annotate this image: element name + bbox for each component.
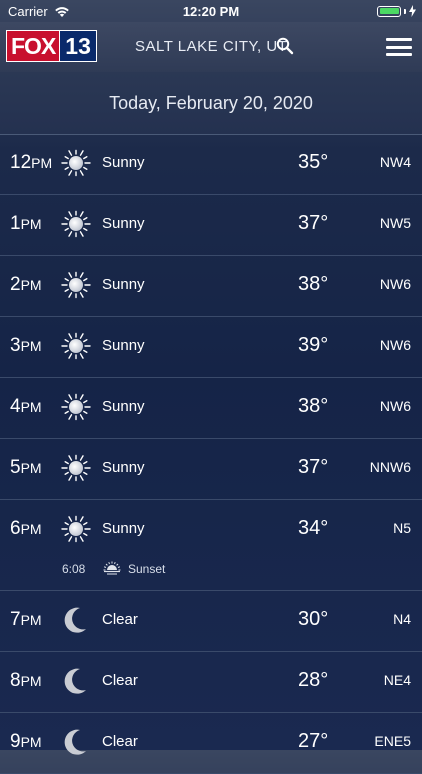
hour-ampm: PM [20,216,42,232]
wind-value: ENE5 [374,733,411,749]
sun-icon [61,148,91,178]
hourly-row[interactable]: 2PM Sunny 38° NW6 [0,256,422,317]
condition-label: Sunny [102,337,145,354]
wind-value: NNW6 [369,459,411,475]
hour-ampm: PM [20,673,42,689]
hour-ampm: PM [20,734,42,750]
hour-ampm: PM [20,338,42,354]
moon-icon [61,727,91,757]
battery-icon [377,5,401,17]
sunset-icon [101,559,123,577]
hour-number: 12 [10,152,32,173]
temperature-value: 38° [298,273,329,295]
hour-ampm: PM [20,521,42,537]
temperature-value: 39° [298,334,329,356]
wind-value: NW6 [379,398,411,414]
location-label[interactable]: SALT LAKE CITY, UT [135,38,287,55]
temperature-value: 37° [298,456,329,478]
hourly-row[interactable]: 5PM Sunny 37° NNW6 [0,439,422,500]
sun-icon [61,392,91,422]
hour-ampm: PM [20,612,42,628]
hour-number: 4 [10,396,21,417]
date-header: Today, February 20, 2020 [0,72,422,135]
hourly-row[interactable]: 3PM Sunny 39° NW6 [0,317,422,378]
hour-label: 3PM [10,335,42,357]
hamburger-menu-icon[interactable] [386,38,412,56]
condition-label: Sunny [102,215,145,232]
hour-label: 1PM [10,213,42,235]
hourly-row[interactable]: 4PM Sunny 38° NW6 [0,378,422,439]
hour-number: 8 [10,670,21,691]
logo-number: 13 [60,30,97,62]
hourly-row[interactable]: 7PM Clear 30° N4 [0,591,422,652]
temperature-value: 34° [298,517,329,539]
sun-icon [61,270,91,300]
sunset-label: Sunset [128,562,166,576]
logo-fox-text: FOX [6,30,61,62]
hourly-row[interactable]: 8PM Clear 28° NE4 [0,652,422,713]
condition-label: Sunny [102,154,145,171]
wind-value: N4 [393,611,411,627]
hourly-row[interactable]: 1PM Sunny 37° NW5 [0,195,422,256]
condition-label: Clear [102,611,138,628]
hour-label: 5PM [10,457,42,479]
hourly-forecast-list: 12PM Sunny 35° NW4 1PM Sunny 37° NW5 2PM Sunny… [0,134,422,774]
status-time: 12:20 PM [182,4,240,19]
temperature-value: 37° [298,212,329,234]
hourly-row[interactable]: 6PM Sunny 34° N5 6:08 Sunset [0,500,422,591]
hour-ampm: PM [20,277,42,293]
fox13-logo[interactable]: FOX 13 [6,30,106,62]
hourly-row[interactable]: 12PM Sunny 35° NW4 [0,134,422,195]
condition-label: Sunny [102,398,145,415]
hour-ampm: PM [20,460,42,476]
hour-number: 5 [10,457,21,478]
temperature-value: 30° [298,608,329,630]
condition-label: Sunny [102,520,145,537]
sun-icon [61,209,91,239]
sunset-time: 6:08 [62,562,86,576]
wind-value: NW6 [379,276,411,292]
hour-number: 7 [10,609,21,630]
hour-number: 9 [10,731,21,752]
hour-number: 2 [10,274,21,295]
sun-icon [61,514,91,544]
wind-value: NW5 [379,215,411,231]
condition-label: Sunny [102,276,145,293]
hour-number: 6 [10,518,21,539]
hour-number: 1 [10,213,21,234]
hour-label: 6PM [10,518,42,540]
temperature-value: 38° [298,395,329,417]
hour-label: 4PM [10,396,42,418]
wind-value: NW4 [379,154,411,170]
sun-icon [61,331,91,361]
wind-value: NE4 [383,672,411,688]
condition-label: Sunny [102,459,145,476]
status-bar: Carrier 12:20 PM [0,0,422,22]
hour-label: 8PM [10,670,42,692]
hour-label: 2PM [10,274,42,296]
hour-label: 12PM [10,152,52,174]
moon-icon [61,605,91,635]
hour-label: 7PM [10,609,42,631]
hour-ampm: PM [20,399,42,415]
hour-ampm: PM [31,155,53,171]
moon-icon [61,666,91,696]
search-icon[interactable] [276,37,294,55]
wind-value: N5 [393,520,411,536]
app-header: FOX 13 SALT LAKE CITY, UT [0,22,422,72]
charging-icon [409,5,416,17]
wind-value: NW6 [379,337,411,353]
status-right [377,5,416,17]
condition-label: Clear [102,733,138,750]
temperature-value: 35° [298,151,329,173]
hour-number: 3 [10,335,21,356]
hourly-row[interactable]: 9PM Clear 27° ENE5 [0,713,422,774]
condition-label: Clear [102,672,138,689]
sun-icon [61,453,91,483]
temperature-value: 28° [298,669,329,691]
